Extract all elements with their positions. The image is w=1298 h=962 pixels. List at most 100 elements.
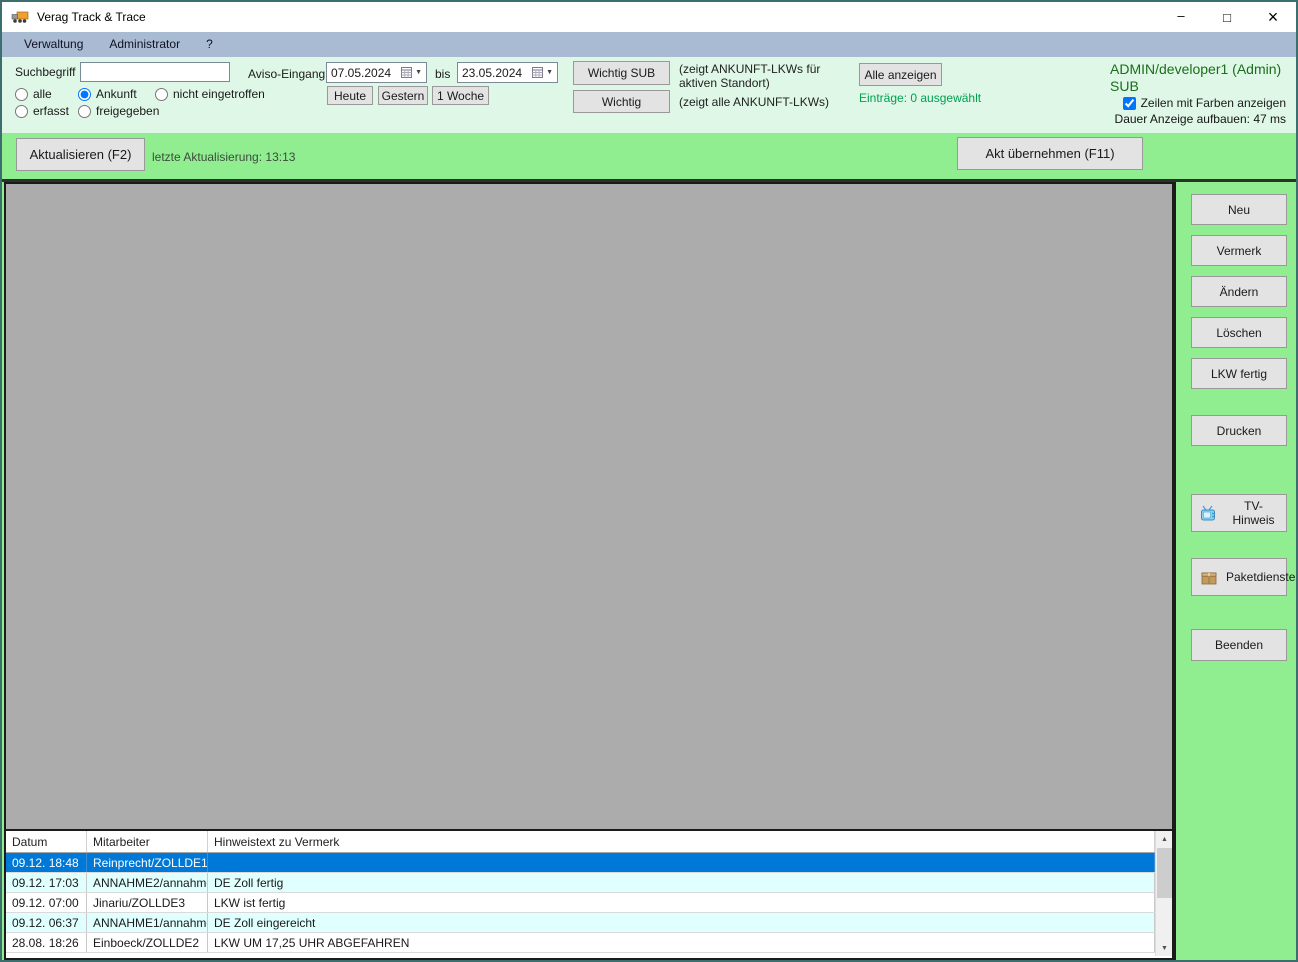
aendern-button[interactable]: Ändern — [1191, 276, 1287, 307]
wichtig-sub-button[interactable]: Wichtig SUB — [573, 61, 670, 85]
menubar: Verwaltung Administrator ? — [2, 32, 1296, 57]
radio-erfasst-input[interactable] — [15, 104, 28, 118]
radio-alle[interactable]: alle — [15, 87, 52, 101]
radio-ankunft-input[interactable] — [78, 87, 91, 101]
menu-help[interactable]: ? — [193, 32, 226, 57]
gestern-button[interactable]: Gestern — [378, 86, 428, 105]
tv-icon — [1200, 505, 1219, 522]
akt-uebernehmen-button[interactable]: Akt übernehmen (F11) — [957, 137, 1143, 170]
loeschen-button[interactable]: Löschen — [1191, 317, 1287, 348]
content-area: Datum Mitarbeiter Hinweistext zu Vermerk… — [4, 182, 1174, 960]
radio-freigegeben-label: freigegeben — [96, 104, 160, 118]
aviso-eingang-label: Aviso-Eingang — [248, 67, 326, 81]
scroll-up-icon[interactable]: ▲ — [1156, 831, 1172, 847]
alle-anzeigen-button[interactable]: Alle anzeigen — [859, 63, 942, 86]
table-header: Datum Mitarbeiter Hinweistext zu Vermerk — [6, 831, 1172, 853]
radio-freigegeben-input[interactable] — [78, 104, 91, 118]
search-input[interactable] — [80, 62, 230, 82]
entries-status: Einträge: 0 ausgewählt — [859, 91, 982, 105]
wichtig-button[interactable]: Wichtig — [573, 90, 670, 113]
eine-woche-button[interactable]: 1 Woche — [432, 86, 489, 105]
cell-datum: 09.12. 17:03 — [6, 873, 87, 892]
cell-mitarbeiter: ANNAHME2/annahme2 — [87, 873, 208, 892]
cell-datum: 09.12. 07:00 — [6, 893, 87, 912]
table-row[interactable]: 09.12. 17:03 ANNAHME2/annahme2 DE Zoll f… — [6, 873, 1155, 893]
colors-checkbox[interactable] — [1122, 96, 1136, 110]
table-row[interactable]: 09.12. 07:00 Jinariu/ZOLLDE3 LKW ist fer… — [6, 893, 1155, 913]
calendar-icon — [401, 67, 413, 78]
main-list-empty-area — [6, 184, 1172, 831]
cell-hinweis: LKW ist fertig — [208, 893, 1155, 912]
drucken-button[interactable]: Drucken — [1191, 415, 1287, 446]
maximize-button[interactable]: □ — [1204, 2, 1250, 32]
scroll-down-icon[interactable]: ▼ — [1156, 940, 1172, 956]
titlebar: Verag Track & Trace – □ × — [2, 2, 1296, 32]
neu-button[interactable]: Neu — [1191, 194, 1287, 225]
refresh-button[interactable]: Aktualisieren (F2) — [16, 138, 145, 171]
search-label: Suchbegriff — [15, 65, 76, 79]
last-refresh-text: letzte Aktualisierung: 13:13 — [152, 150, 296, 164]
chevron-down-icon: ▼ — [415, 69, 422, 76]
date-from-picker[interactable]: 07.05.2024 ▼ — [326, 62, 427, 83]
package-icon — [1200, 569, 1218, 585]
column-header-datum[interactable]: Datum — [6, 831, 87, 852]
radio-nicht-eingetroffen-label: nicht eingetroffen — [173, 87, 265, 101]
table-scrollbar[interactable]: ▲ ▼ — [1155, 831, 1172, 956]
radio-ankunft-label: Ankunft — [96, 87, 137, 101]
table-row[interactable]: 28.08. 18:26 Einboeck/ZOLLDE2 LKW UM 17,… — [6, 933, 1155, 953]
cell-hinweis: DE Zoll fertig — [208, 873, 1155, 892]
cell-hinweis — [208, 853, 1155, 872]
paketdienste-button[interactable]: Paketdienste — [1191, 558, 1295, 596]
menu-administrator[interactable]: Administrator — [96, 32, 193, 57]
radio-alle-input[interactable] — [15, 87, 28, 101]
radio-erfasst[interactable]: erfasst — [15, 104, 69, 118]
tv-hinweis-button[interactable]: TV-Hinweis — [1191, 494, 1287, 532]
scrollbar-thumb[interactable] — [1157, 848, 1172, 898]
radio-ankunft[interactable]: Ankunft — [78, 87, 137, 101]
action-bar: Aktualisieren (F2) letzte Aktualisierung… — [2, 133, 1296, 182]
wichtig-sub-hint-line1: (zeigt ANKUNFT-LKWs für — [679, 62, 821, 76]
menu-verwaltung[interactable]: Verwaltung — [11, 32, 96, 57]
radio-freigegeben[interactable]: freigegeben — [78, 104, 159, 118]
radio-erfasst-label: erfasst — [33, 104, 70, 118]
beenden-button[interactable]: Beenden — [1191, 629, 1287, 661]
window-controls: – □ × — [1158, 2, 1296, 32]
chevron-down-icon: ▼ — [546, 69, 553, 76]
minimize-button[interactable]: – — [1158, 2, 1204, 32]
cell-hinweis: DE Zoll eingereicht — [208, 913, 1155, 932]
maximize-icon: □ — [1223, 9, 1231, 25]
minimize-icon: – — [1177, 7, 1185, 23]
radio-alle-label: alle — [33, 87, 52, 101]
heute-button[interactable]: Heute — [327, 86, 373, 105]
table-row[interactable]: 09.12. 18:48 Reinprecht/ZOLLDE1 — [6, 853, 1155, 873]
cell-datum: 09.12. 06:37 — [6, 913, 87, 932]
column-header-mitarbeiter[interactable]: Mitarbeiter — [87, 831, 208, 852]
close-button[interactable]: × — [1250, 2, 1296, 32]
cell-mitarbeiter: ANNAHME1/annahme1 — [87, 913, 208, 932]
wichtig-sub-hint: (zeigt ANKUNFT-LKWs für aktiven Standort… — [679, 62, 820, 90]
cell-mitarbeiter: Jinariu/ZOLLDE3 — [87, 893, 208, 912]
radio-nicht-eingetroffen-input[interactable] — [155, 87, 168, 101]
cell-mitarbeiter: Einboeck/ZOLLDE2 — [87, 933, 208, 952]
vermerk-button[interactable]: Vermerk — [1191, 235, 1287, 266]
user-line1: ADMIN/developer1 (Admin) — [1110, 61, 1282, 77]
colors-checkbox-row[interactable]: Zeilen mit Farben anzeigen — [1122, 96, 1286, 110]
radio-nicht-eingetroffen[interactable]: nicht eingetroffen — [155, 87, 265, 101]
calendar-icon — [532, 67, 544, 78]
table-row[interactable]: 09.12. 06:37 ANNAHME1/annahme1 DE Zoll e… — [6, 913, 1155, 933]
wichtig-sub-hint-line2: aktiven Standort) — [679, 76, 770, 90]
date-to-value: 23.05.2024 — [462, 65, 523, 80]
vermerk-table: Datum Mitarbeiter Hinweistext zu Vermerk… — [6, 831, 1172, 956]
lkw-fertig-button[interactable]: LKW fertig — [1191, 358, 1287, 389]
table-rows: 09.12. 18:48 Reinprecht/ZOLLDE1 09.12. 1… — [6, 853, 1172, 953]
column-header-hinweistext[interactable]: Hinweistext zu Vermerk — [208, 831, 1155, 852]
sidebar: Neu Vermerk Ändern Löschen LKW fertig Dr… — [1174, 182, 1296, 960]
date-to-picker[interactable]: 23.05.2024 ▼ — [457, 62, 558, 83]
paketdienste-label: Paketdienste — [1226, 570, 1296, 584]
bis-label: bis — [435, 67, 451, 81]
cell-datum: 28.08. 18:26 — [6, 933, 87, 952]
user-line2: SUB — [1110, 78, 1139, 94]
date-from-value: 07.05.2024 — [331, 65, 392, 80]
app-window: Verag Track & Trace – □ × Verwaltung Adm… — [0, 0, 1298, 962]
truck-icon — [11, 11, 29, 24]
